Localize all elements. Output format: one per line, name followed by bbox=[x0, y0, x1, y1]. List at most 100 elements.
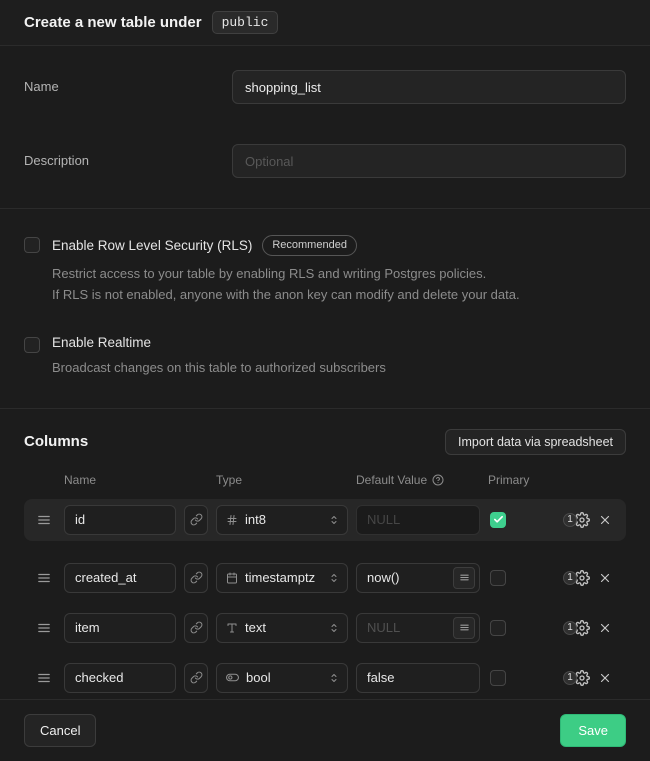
calendar-icon bbox=[226, 572, 238, 584]
column-type-select[interactable]: text bbox=[216, 613, 348, 643]
default-value-field bbox=[356, 613, 480, 643]
column-name-input[interactable] bbox=[64, 663, 176, 693]
chevron-up-down-icon bbox=[328, 622, 340, 634]
column-name-input[interactable] bbox=[64, 563, 176, 593]
column-settings-button[interactable]: 1 bbox=[554, 512, 590, 528]
default-value-field bbox=[356, 505, 480, 535]
rls-description-line2: If RLS is not enabled, anyone with the a… bbox=[52, 285, 520, 305]
cancel-button[interactable]: Cancel bbox=[24, 714, 96, 747]
columns-header: Columns Import data via spreadsheet bbox=[24, 429, 626, 455]
column-name-input[interactable] bbox=[64, 613, 176, 643]
default-value-input[interactable] bbox=[367, 512, 475, 527]
foreign-key-link-icon[interactable] bbox=[184, 505, 208, 535]
dialog-footer: Cancel Save bbox=[0, 699, 650, 761]
header-name: Name bbox=[64, 473, 176, 487]
default-value-field bbox=[356, 563, 480, 593]
rls-toggle-content: Enable Row Level Security (RLS) Recommen… bbox=[52, 235, 520, 305]
settings-count-badge: 1 bbox=[563, 621, 577, 635]
column-row-created-at: timestamptz 1 bbox=[24, 557, 626, 599]
rls-toggle-row: Enable Row Level Security (RLS) Recommen… bbox=[24, 235, 626, 305]
description-row: Description bbox=[24, 144, 626, 178]
column-row-checked: bool 1 bbox=[24, 657, 626, 699]
column-type-select[interactable]: timestamptz bbox=[216, 563, 348, 593]
default-value-menu-button[interactable] bbox=[453, 567, 475, 589]
dialog-title: Create a new table under bbox=[24, 14, 202, 31]
header-default-value: Default Value bbox=[356, 473, 480, 487]
realtime-description: Broadcast changes on this table to autho… bbox=[52, 358, 386, 378]
chevron-up-down-icon bbox=[328, 672, 340, 684]
drag-handle-icon[interactable] bbox=[32, 513, 56, 527]
column-settings-button[interactable]: 1 bbox=[554, 620, 590, 636]
rls-label: Enable Row Level Security (RLS) bbox=[52, 238, 252, 253]
primary-checkbox[interactable] bbox=[490, 620, 506, 636]
import-spreadsheet-button[interactable]: Import data via spreadsheet bbox=[445, 429, 626, 455]
column-table-headers: Name Type Default Value Primary bbox=[24, 473, 626, 487]
primary-checkbox[interactable] bbox=[490, 570, 506, 586]
rls-checkbox[interactable] bbox=[24, 237, 40, 253]
header-primary: Primary bbox=[488, 473, 536, 487]
toggles-section: Enable Row Level Security (RLS) Recommen… bbox=[0, 209, 650, 409]
column-type-select[interactable]: int8 bbox=[216, 505, 348, 535]
column-settings-button[interactable]: 1 bbox=[554, 570, 590, 586]
realtime-label: Enable Realtime bbox=[52, 335, 151, 350]
drag-handle-icon[interactable] bbox=[32, 621, 56, 635]
drag-handle-icon[interactable] bbox=[32, 571, 56, 585]
column-settings-button[interactable]: 1 bbox=[554, 670, 590, 686]
list-menu-icon bbox=[459, 572, 470, 583]
recommended-badge: Recommended bbox=[262, 235, 357, 256]
chevron-up-down-icon bbox=[328, 572, 340, 584]
columns-section: Columns Import data via spreadsheet Name… bbox=[0, 409, 650, 699]
text-icon bbox=[226, 622, 238, 634]
remove-column-button[interactable] bbox=[598, 513, 618, 527]
chevron-up-down-icon bbox=[328, 514, 340, 526]
description-label: Description bbox=[24, 144, 232, 168]
realtime-toggle-content: Enable Realtime Broadcast changes on thi… bbox=[52, 335, 386, 378]
close-icon bbox=[598, 571, 612, 585]
column-row-id: int8 1 bbox=[24, 499, 626, 541]
name-label: Name bbox=[24, 70, 232, 94]
close-icon bbox=[598, 513, 612, 527]
remove-column-button[interactable] bbox=[598, 671, 618, 685]
foreign-key-link-icon[interactable] bbox=[184, 613, 208, 643]
column-type-select[interactable]: bool bbox=[216, 663, 348, 693]
table-info-section: Name Description bbox=[0, 46, 650, 209]
help-icon[interactable] bbox=[432, 474, 444, 486]
drag-handle-icon[interactable] bbox=[32, 671, 56, 685]
toggle-icon bbox=[226, 671, 239, 684]
column-type-label: text bbox=[245, 620, 321, 635]
save-button[interactable]: Save bbox=[560, 714, 626, 747]
list-menu-icon bbox=[459, 622, 470, 633]
dialog-header: Create a new table under public bbox=[0, 0, 650, 46]
column-name-input[interactable] bbox=[64, 505, 176, 535]
foreign-key-link-icon[interactable] bbox=[184, 663, 208, 693]
settings-count-badge: 1 bbox=[563, 671, 577, 685]
realtime-checkbox[interactable] bbox=[24, 337, 40, 353]
remove-column-button[interactable] bbox=[598, 571, 618, 585]
default-value-menu-button[interactable] bbox=[453, 617, 475, 639]
close-icon bbox=[598, 671, 612, 685]
default-value-field bbox=[356, 663, 480, 693]
column-type-label: int8 bbox=[245, 512, 321, 527]
table-name-input[interactable] bbox=[232, 70, 626, 104]
name-row: Name bbox=[24, 70, 626, 104]
column-rows: int8 1 times bbox=[24, 499, 626, 699]
primary-checkbox[interactable] bbox=[490, 512, 506, 528]
settings-count-badge: 1 bbox=[563, 571, 577, 585]
hash-icon bbox=[226, 514, 238, 526]
foreign-key-link-icon[interactable] bbox=[184, 563, 208, 593]
check-icon bbox=[493, 514, 504, 525]
column-type-label: bool bbox=[246, 670, 321, 685]
schema-badge: public bbox=[212, 11, 279, 34]
column-row-item: text 1 bbox=[24, 607, 626, 649]
default-value-input[interactable] bbox=[367, 670, 475, 685]
settings-count-badge: 1 bbox=[563, 513, 577, 527]
column-type-label: timestamptz bbox=[245, 570, 321, 585]
realtime-toggle-row: Enable Realtime Broadcast changes on thi… bbox=[24, 335, 626, 378]
default-value-input[interactable] bbox=[367, 570, 447, 585]
columns-title: Columns bbox=[24, 433, 88, 450]
remove-column-button[interactable] bbox=[598, 621, 618, 635]
table-description-input[interactable] bbox=[232, 144, 626, 178]
default-value-input[interactable] bbox=[367, 620, 447, 635]
close-icon bbox=[598, 621, 612, 635]
primary-checkbox[interactable] bbox=[490, 670, 506, 686]
